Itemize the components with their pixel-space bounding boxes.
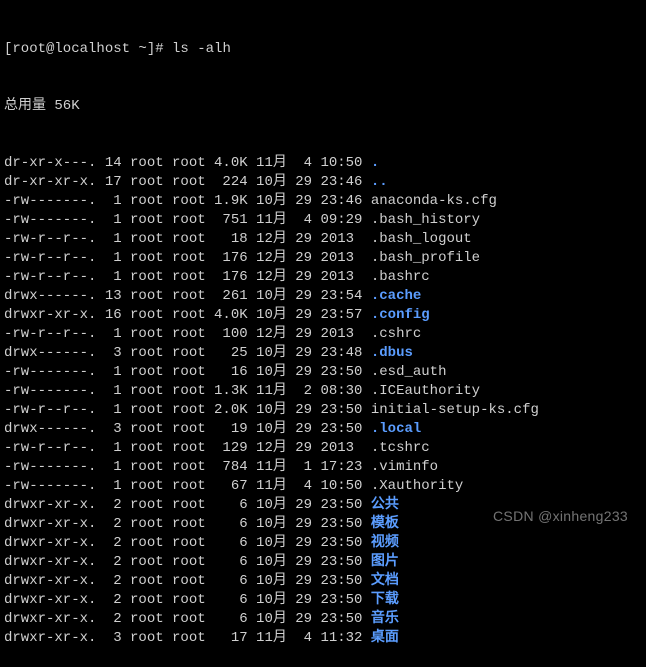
listing-row: -rw-------. 1 root root 67 11月 4 10:50 .…	[4, 477, 646, 496]
file-name: .local	[371, 421, 421, 437]
file-meta: -rw-r--r--. 1 root root 2.0K 10月 29 23:5…	[4, 402, 371, 418]
file-name: 下载	[371, 592, 399, 608]
file-meta: drwxr-xr-x. 2 root root 6 10月 29 23:50	[4, 573, 371, 589]
listing-row: -rw-r--r--. 1 root root 2.0K 10月 29 23:5…	[4, 401, 646, 420]
file-name: 图片	[371, 554, 399, 570]
listing-row: -rw-------. 1 root root 1.3K 11月 2 08:30…	[4, 382, 646, 401]
watermark-text: CSDN @xinheng233	[493, 507, 628, 526]
file-name: .cache	[371, 288, 421, 304]
listing-row: dr-xr-xr-x. 17 root root 224 10月 29 23:4…	[4, 173, 646, 192]
file-name: .	[371, 155, 379, 171]
summary-line: 总用量 56K	[4, 97, 646, 116]
file-name: .ICEauthority	[371, 383, 480, 399]
file-meta: -rw-r--r--. 1 root root 176 12月 29 2013	[4, 269, 371, 285]
file-name: .bash_history	[371, 212, 480, 228]
file-meta: -rw-r--r--. 1 root root 100 12月 29 2013	[4, 326, 371, 342]
file-name: .config	[371, 307, 430, 323]
listing-row: drwxr-xr-x. 2 root root 6 10月 29 23:50 视…	[4, 534, 646, 553]
file-meta: drwxr-xr-x. 3 root root 17 11月 4 11:32	[4, 630, 371, 646]
file-meta: -rw-------. 1 root root 67 11月 4 10:50	[4, 478, 371, 494]
listing-row: drwxr-xr-x. 3 root root 17 11月 4 11:32 桌…	[4, 629, 646, 648]
listing-row: -rw-r--r--. 1 root root 129 12月 29 2013 …	[4, 439, 646, 458]
listing-row: -rw-------. 1 root root 1.9K 10月 29 23:4…	[4, 192, 646, 211]
listing-row: drwxr-xr-x. 2 root root 6 10月 29 23:50 下…	[4, 591, 646, 610]
file-name: .bashrc	[371, 269, 430, 285]
file-name: ..	[371, 174, 388, 190]
prompt-line: [root@localhost ~]# ls -alh	[4, 40, 646, 59]
file-name: .viminfo	[371, 459, 438, 475]
file-name: .esd_auth	[371, 364, 447, 380]
file-meta: -rw-r--r--. 1 root root 18 12月 29 2013	[4, 231, 371, 247]
listing-row: -rw-r--r--. 1 root root 18 12月 29 2013 .…	[4, 230, 646, 249]
file-meta: -rw-------. 1 root root 16 10月 29 23:50	[4, 364, 371, 380]
listing-row: -rw-r--r--. 1 root root 176 12月 29 2013 …	[4, 249, 646, 268]
listing-row: drwx------. 3 root root 19 10月 29 23:50 …	[4, 420, 646, 439]
file-meta: drwxr-xr-x. 16 root root 4.0K 10月 29 23:…	[4, 307, 371, 323]
listing-row: drwx------. 13 root root 261 10月 29 23:5…	[4, 287, 646, 306]
file-meta: -rw-------. 1 root root 784 11月 1 17:23	[4, 459, 371, 475]
file-meta: drwx------. 13 root root 261 10月 29 23:5…	[4, 288, 371, 304]
file-meta: -rw-r--r--. 1 root root 176 12月 29 2013	[4, 250, 371, 266]
listing-row: dr-xr-x---. 14 root root 4.0K 11月 4 10:5…	[4, 154, 646, 173]
file-name: .Xauthority	[371, 478, 463, 494]
file-meta: drwxr-xr-x. 2 root root 6 10月 29 23:50	[4, 516, 371, 532]
file-name: 公共	[371, 497, 399, 513]
file-name: .dbus	[371, 345, 413, 361]
listing-row: -rw-r--r--. 1 root root 100 12月 29 2013 …	[4, 325, 646, 344]
file-meta: drwxr-xr-x. 2 root root 6 10月 29 23:50	[4, 554, 371, 570]
file-name: 桌面	[371, 630, 399, 646]
file-name: 文档	[371, 573, 399, 589]
listing-row: drwxr-xr-x. 2 root root 6 10月 29 23:50 音…	[4, 610, 646, 629]
listing-row: -rw-r--r--. 1 root root 176 12月 29 2013 …	[4, 268, 646, 287]
file-meta: drwx------. 3 root root 25 10月 29 23:48	[4, 345, 371, 361]
file-name: anaconda-ks.cfg	[371, 193, 497, 209]
file-meta: drwxr-xr-x. 2 root root 6 10月 29 23:50	[4, 497, 371, 513]
file-meta: drwxr-xr-x. 2 root root 6 10月 29 23:50	[4, 592, 371, 608]
file-name: 音乐	[371, 611, 399, 627]
directory-listing: dr-xr-x---. 14 root root 4.0K 11月 4 10:5…	[4, 154, 646, 648]
file-meta: -rw-------. 1 root root 1.3K 11月 2 08:30	[4, 383, 371, 399]
file-name: .bash_logout	[371, 231, 472, 247]
file-meta: dr-xr-xr-x. 17 root root 224 10月 29 23:4…	[4, 174, 371, 190]
terminal-window[interactable]: [root@localhost ~]# ls -alh 总用量 56K dr-x…	[0, 0, 646, 667]
file-name: .tcshrc	[371, 440, 430, 456]
file-meta: -rw-------. 1 root root 1.9K 10月 29 23:4…	[4, 193, 371, 209]
shell-prompt: [root@localhost ~]#	[4, 41, 172, 57]
file-meta: drwx------. 3 root root 19 10月 29 23:50	[4, 421, 371, 437]
file-meta: -rw-------. 1 root root 751 11月 4 09:29	[4, 212, 371, 228]
listing-row: -rw-------. 1 root root 751 11月 4 09:29 …	[4, 211, 646, 230]
file-name: 视频	[371, 535, 399, 551]
listing-row: drwxr-xr-x. 2 root root 6 10月 29 23:50 图…	[4, 553, 646, 572]
file-meta: dr-xr-x---. 14 root root 4.0K 11月 4 10:5…	[4, 155, 371, 171]
listing-row: -rw-------. 1 root root 784 11月 1 17:23 …	[4, 458, 646, 477]
file-meta: drwxr-xr-x. 2 root root 6 10月 29 23:50	[4, 535, 371, 551]
file-name: 模板	[371, 516, 399, 532]
file-meta: drwxr-xr-x. 2 root root 6 10月 29 23:50	[4, 611, 371, 627]
file-name: .cshrc	[371, 326, 421, 342]
listing-row: drwxr-xr-x. 2 root root 6 10月 29 23:50 文…	[4, 572, 646, 591]
listing-row: drwx------. 3 root root 25 10月 29 23:48 …	[4, 344, 646, 363]
file-meta: -rw-r--r--. 1 root root 129 12月 29 2013	[4, 440, 371, 456]
file-name: initial-setup-ks.cfg	[371, 402, 539, 418]
entered-command: ls -alh	[172, 41, 231, 57]
file-name: .bash_profile	[371, 250, 480, 266]
listing-row: -rw-------. 1 root root 16 10月 29 23:50 …	[4, 363, 646, 382]
listing-row: drwxr-xr-x. 16 root root 4.0K 10月 29 23:…	[4, 306, 646, 325]
